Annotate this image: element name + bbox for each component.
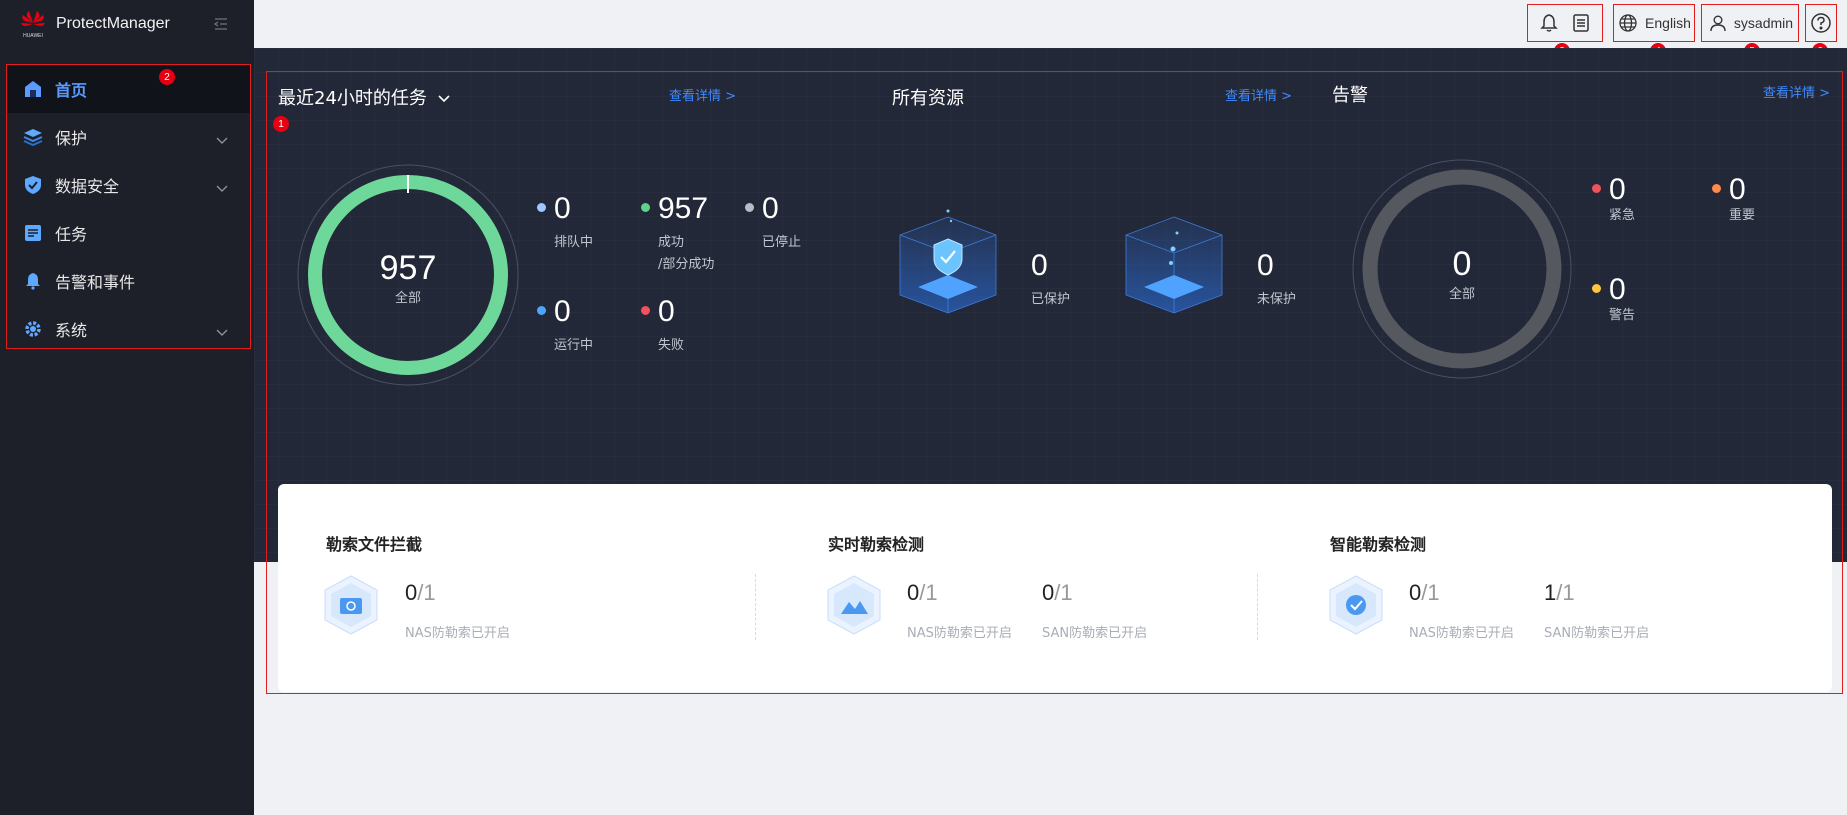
tasks-section-title[interactable]: 最近24小时的任务 (278, 84, 451, 110)
chevron-down-icon (216, 179, 228, 192)
help-button[interactable] (1805, 4, 1837, 42)
chevron-down-icon (216, 131, 228, 144)
smart-nas-label: NAS防勒索已开启 (1409, 626, 1514, 641)
app-brand-name: ProtectManager (56, 15, 170, 32)
divider (1257, 574, 1258, 640)
stat-unprotected: 0 未保护 (1257, 249, 1297, 308)
block-nas-count: 0/1 (405, 580, 436, 605)
shield-icon (23, 175, 43, 195)
sidebar-item-label: 首页 (55, 81, 88, 100)
resources-section-title: 所有资源 (892, 88, 964, 109)
smart-san-count: 1/1 (1544, 580, 1575, 605)
sidebar-item-label: 系统 (55, 321, 88, 340)
stat-protected: 0 已保护 (1031, 249, 1071, 308)
top-bar (254, 0, 1847, 48)
user-icon (1707, 12, 1729, 34)
stat-warning: 0 警告 (1592, 275, 1635, 327)
stat-running: 0 运行中 (537, 297, 593, 357)
tasks-total: 957 全部 (379, 249, 437, 307)
huawei-logo: HUAWEI (20, 9, 46, 39)
smart-san-label: SAN防勒索已开启 (1544, 626, 1650, 641)
gear-icon (23, 319, 43, 339)
protected-shield-icon (899, 209, 997, 314)
stat-success: 957 成功/部分成功 (641, 194, 714, 276)
svg-text:HUAWEI: HUAWEI (23, 33, 43, 39)
chevron-down-icon (216, 323, 228, 336)
sidebar-item-system[interactable]: 系统 (7, 305, 250, 353)
collapse-menu-icon[interactable] (213, 16, 228, 30)
sidebar-item-alarms-events[interactable]: 告警和事件 (7, 257, 250, 305)
sidebar-item-label: 告警和事件 (55, 273, 136, 292)
realtime-nas-label: NAS防勒索已开启 (907, 626, 1012, 641)
globe-icon (1617, 12, 1639, 34)
unprotected-resource-icon (1125, 216, 1223, 314)
alarms-total: 0 全部 (1448, 245, 1475, 303)
language-label: English (1645, 15, 1691, 31)
notification-group (1527, 4, 1603, 42)
divider (755, 574, 756, 640)
notification-bell-icon[interactable] (1538, 12, 1560, 34)
stat-failed: 0 失败 (641, 297, 684, 357)
realtime-nas-count: 0/1 (907, 580, 938, 605)
ransomware-realtime-title: 实时勒索检测 (828, 535, 925, 554)
brand-header: HUAWEI ProtectManager (0, 0, 254, 48)
main-nav-menu: 首页 保护 数据安全 任务 告警和事件 系统 (6, 64, 251, 349)
alarms-section-title: 告警 (1332, 85, 1368, 106)
realtime-san-count: 0/1 (1042, 580, 1073, 605)
sidebar-item-data-security[interactable]: 数据安全 (7, 161, 250, 209)
annotation-badge-1: 1 (273, 116, 289, 132)
stat-critical: 0 紧急 (1592, 175, 1635, 227)
layers-icon (23, 127, 43, 147)
sidebar-item-label: 任务 (55, 225, 88, 244)
task-list-icon (23, 223, 43, 243)
sidebar-item-label: 保护 (55, 129, 88, 148)
resources-view-details-link[interactable]: 查看详情 > (1225, 85, 1292, 104)
help-circle-icon (1810, 12, 1832, 34)
alarms-view-details-link[interactable]: 查看详情 > (1763, 82, 1830, 101)
smart-nas-count: 0/1 (1409, 580, 1440, 605)
language-switcher[interactable]: English (1613, 4, 1695, 42)
stat-major: 0 重要 (1712, 175, 1755, 227)
task-log-icon[interactable] (1570, 12, 1592, 34)
user-menu[interactable]: sysadmin (1701, 4, 1799, 42)
folder-shield-icon (324, 575, 378, 635)
tasks-view-details-link[interactable]: 查看详情 > (669, 85, 736, 104)
sidebar-item-protect[interactable]: 保护 (7, 113, 250, 161)
sidebar-item-tasks[interactable]: 任务 (7, 209, 250, 257)
username-label: sysadmin (1733, 15, 1794, 31)
realtime-san-label: SAN防勒索已开启 (1042, 626, 1148, 641)
ransomware-smart-title: 智能勒索检测 (1330, 535, 1427, 554)
chevron-down-icon (438, 95, 450, 103)
block-nas-label: NAS防勒索已开启 (405, 626, 510, 641)
sidebar: HUAWEI ProtectManager 首页 保护 数据安全 任务 告警和事… (0, 0, 254, 815)
smart-detection-icon (1329, 575, 1383, 635)
annotation-badge-2: 2 (159, 69, 175, 85)
stat-queued: 0 排队中 (537, 194, 593, 254)
stat-stopped: 0 已停止 (745, 194, 801, 254)
bell-icon (23, 271, 43, 291)
home-icon (23, 79, 43, 99)
ransomware-block-title: 勒索文件拦截 (326, 535, 423, 554)
realtime-detection-icon (827, 575, 881, 635)
sidebar-item-label: 数据安全 (55, 177, 120, 196)
sidebar-item-home[interactable]: 首页 (7, 65, 250, 113)
